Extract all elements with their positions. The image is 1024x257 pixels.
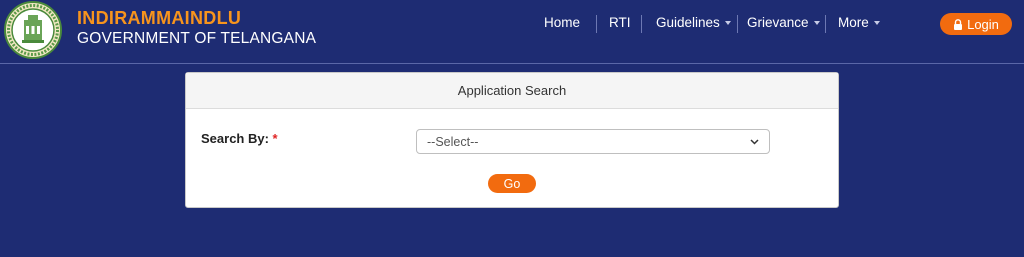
nav-guidelines-label: Guidelines (656, 15, 720, 30)
card-header: Application Search (186, 73, 838, 109)
nav-divider (641, 15, 642, 33)
caret-down-icon (724, 21, 731, 26)
lock-icon (954, 18, 963, 30)
nav-grievance-label: Grievance (747, 15, 809, 30)
nav-rti[interactable]: RTI (609, 15, 631, 30)
brand-title: INDIRAMMAINDLU (77, 8, 242, 28)
site-header: INDIRAMMAINDLU GOVERNMENT OF TELANGANA H… (0, 0, 1024, 64)
caret-down-icon (813, 21, 820, 26)
nav-divider (737, 15, 738, 33)
nav-more-label: More (838, 15, 869, 30)
login-label: Login (967, 16, 999, 32)
nav-guidelines[interactable]: Guidelines (656, 15, 731, 30)
go-label: Go (503, 176, 521, 191)
nav-more[interactable]: More (838, 15, 880, 30)
search-by-select-value: --Select-- (427, 134, 479, 149)
required-marker: * (272, 131, 278, 146)
search-by-select[interactable]: --Select-- (416, 129, 770, 154)
search-by-label: Search By: * (201, 131, 278, 146)
login-button[interactable]: Login (940, 13, 1012, 35)
nav-divider (596, 15, 597, 33)
application-search-card: Application Search Search By: * --Select… (185, 72, 839, 208)
nav-rti-label: RTI (609, 15, 631, 30)
brand-subtitle: GOVERNMENT OF TELANGANA (77, 30, 317, 47)
nav-home[interactable]: Home (544, 15, 580, 30)
nav-divider (825, 15, 826, 33)
card-title: Application Search (457, 83, 567, 98)
caret-down-icon (873, 21, 880, 26)
search-by-text: Search By: (201, 131, 269, 146)
chevron-down-icon (750, 138, 759, 145)
go-button[interactable]: Go (488, 174, 536, 193)
nav-home-label: Home (544, 15, 581, 30)
nav-grievance[interactable]: Grievance (747, 15, 820, 30)
government-emblem-icon (4, 1, 62, 59)
